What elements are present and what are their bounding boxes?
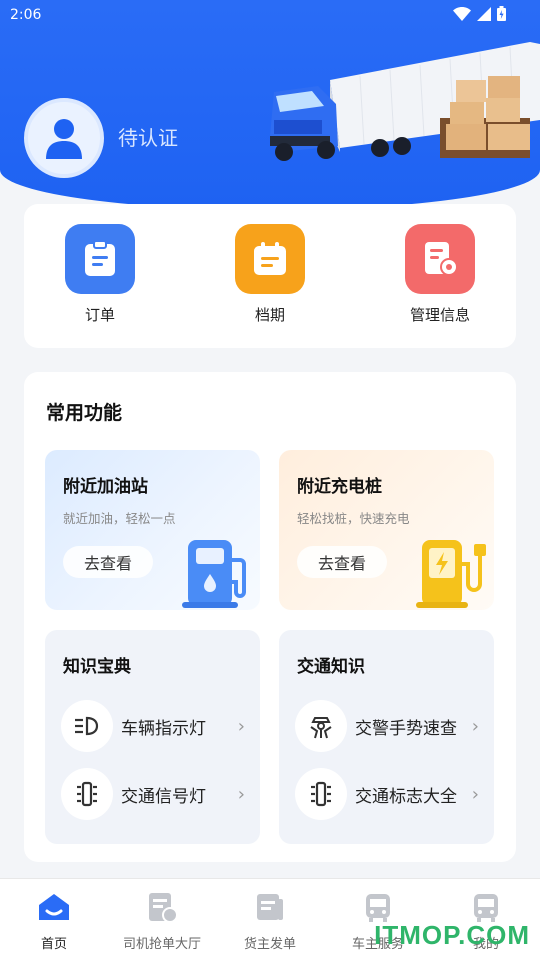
order-list-icon bbox=[108, 887, 216, 927]
calendar-icon bbox=[235, 224, 305, 294]
quick-label-schedule: 档期 bbox=[254, 306, 285, 324]
traffic-sign-label: 交通标志大全 bbox=[355, 786, 457, 807]
nearby-gas-station-card[interactable]: 附近加油站 就近加油，轻松一点 去查看 bbox=[45, 450, 260, 610]
gas-station-title: 附近加油站 bbox=[63, 477, 148, 497]
common-functions-card: 常用功能 附近加油站 就近加油，轻松一点 去查看 附近充电桩 轻松找桩，快速充电… bbox=[24, 372, 516, 862]
charging-subtitle: 轻松找桩，快速充电 bbox=[297, 511, 410, 526]
chevron-right-icon: › bbox=[237, 783, 245, 805]
nav-driver-hall[interactable]: 司机抢单大厅 bbox=[108, 887, 216, 952]
police-gesture-icon bbox=[295, 700, 347, 752]
doc-settings-icon bbox=[405, 224, 475, 294]
quick-item-schedule[interactable]: 档期 bbox=[220, 224, 320, 325]
charging-view-button[interactable]: 去查看 bbox=[297, 546, 387, 578]
gas-station-subtitle: 就近加油，轻松一点 bbox=[63, 511, 176, 526]
order-icon bbox=[65, 224, 135, 294]
header-banner: 2:06 待认证 bbox=[0, 0, 540, 210]
quick-item-orders[interactable]: 订单 bbox=[50, 224, 150, 325]
quick-label-orders: 订单 bbox=[84, 306, 115, 324]
watermark-text: ITMOP.COM bbox=[374, 920, 530, 950]
traffic-knowledge-title: 交通知识 bbox=[297, 657, 365, 677]
quick-item-management[interactable]: 管理信息 bbox=[390, 224, 490, 325]
chevron-right-icon: › bbox=[471, 715, 479, 737]
traffic-sign-item[interactable]: 交通标志大全 › bbox=[295, 768, 485, 820]
status-bar: 2:06 bbox=[0, 0, 540, 30]
charging-title: 附近充电桩 bbox=[297, 477, 382, 497]
chevron-right-icon: › bbox=[237, 715, 245, 737]
nav-shipper-post[interactable]: 货主发单 bbox=[216, 887, 324, 952]
vehicle-indicator-label: 车辆指示灯 bbox=[121, 718, 206, 739]
nav-home-label: 首页 bbox=[40, 937, 67, 952]
user-icon bbox=[46, 119, 82, 159]
headlight-icon bbox=[61, 700, 113, 752]
verification-status[interactable]: 待认证 bbox=[118, 122, 178, 151]
truck-illustration bbox=[270, 42, 540, 161]
police-gesture-item[interactable]: 交警手势速查 › bbox=[295, 700, 485, 752]
traffic-signal-icon bbox=[61, 768, 113, 820]
home-icon bbox=[0, 887, 108, 927]
charging-pile-icon bbox=[416, 540, 486, 608]
status-icons bbox=[453, 6, 506, 21]
chevron-right-icon: › bbox=[471, 783, 479, 805]
knowledge-handbook-card: 知识宝典 车辆指示灯 › 交通信号灯 › bbox=[45, 630, 260, 844]
traffic-knowledge-card: 交通知识 交警手势速查 › 交通标志大全 › bbox=[279, 630, 494, 844]
traffic-light-item[interactable]: 交通信号灯 › bbox=[61, 768, 251, 820]
police-gesture-label: 交警手势速查 bbox=[355, 718, 457, 739]
signal-icon bbox=[477, 6, 491, 21]
wifi-icon bbox=[453, 6, 471, 21]
section-title: 常用功能 bbox=[46, 402, 123, 424]
traffic-sign-icon bbox=[295, 768, 347, 820]
quick-entry-card: 订单 档期 管理信息 bbox=[24, 204, 516, 348]
nearby-charging-card[interactable]: 附近充电桩 轻松找桩，快速充电 去查看 bbox=[279, 450, 494, 610]
battery-icon bbox=[497, 6, 506, 21]
nav-driver-hall-label: 司机抢单大厅 bbox=[122, 937, 201, 952]
quick-label-management: 管理信息 bbox=[409, 306, 470, 324]
status-time: 2:06 bbox=[10, 7, 42, 23]
knowledge-title: 知识宝典 bbox=[63, 657, 131, 677]
gas-pump-icon bbox=[182, 540, 246, 608]
nav-home[interactable]: 首页 bbox=[0, 887, 108, 952]
nav-shipper-post-label: 货主发单 bbox=[243, 937, 296, 952]
avatar[interactable] bbox=[24, 98, 104, 178]
gas-station-view-button[interactable]: 去查看 bbox=[63, 546, 153, 578]
vehicle-indicator-item[interactable]: 车辆指示灯 › bbox=[61, 700, 251, 752]
document-icon bbox=[216, 887, 324, 927]
traffic-light-label: 交通信号灯 bbox=[121, 786, 206, 807]
